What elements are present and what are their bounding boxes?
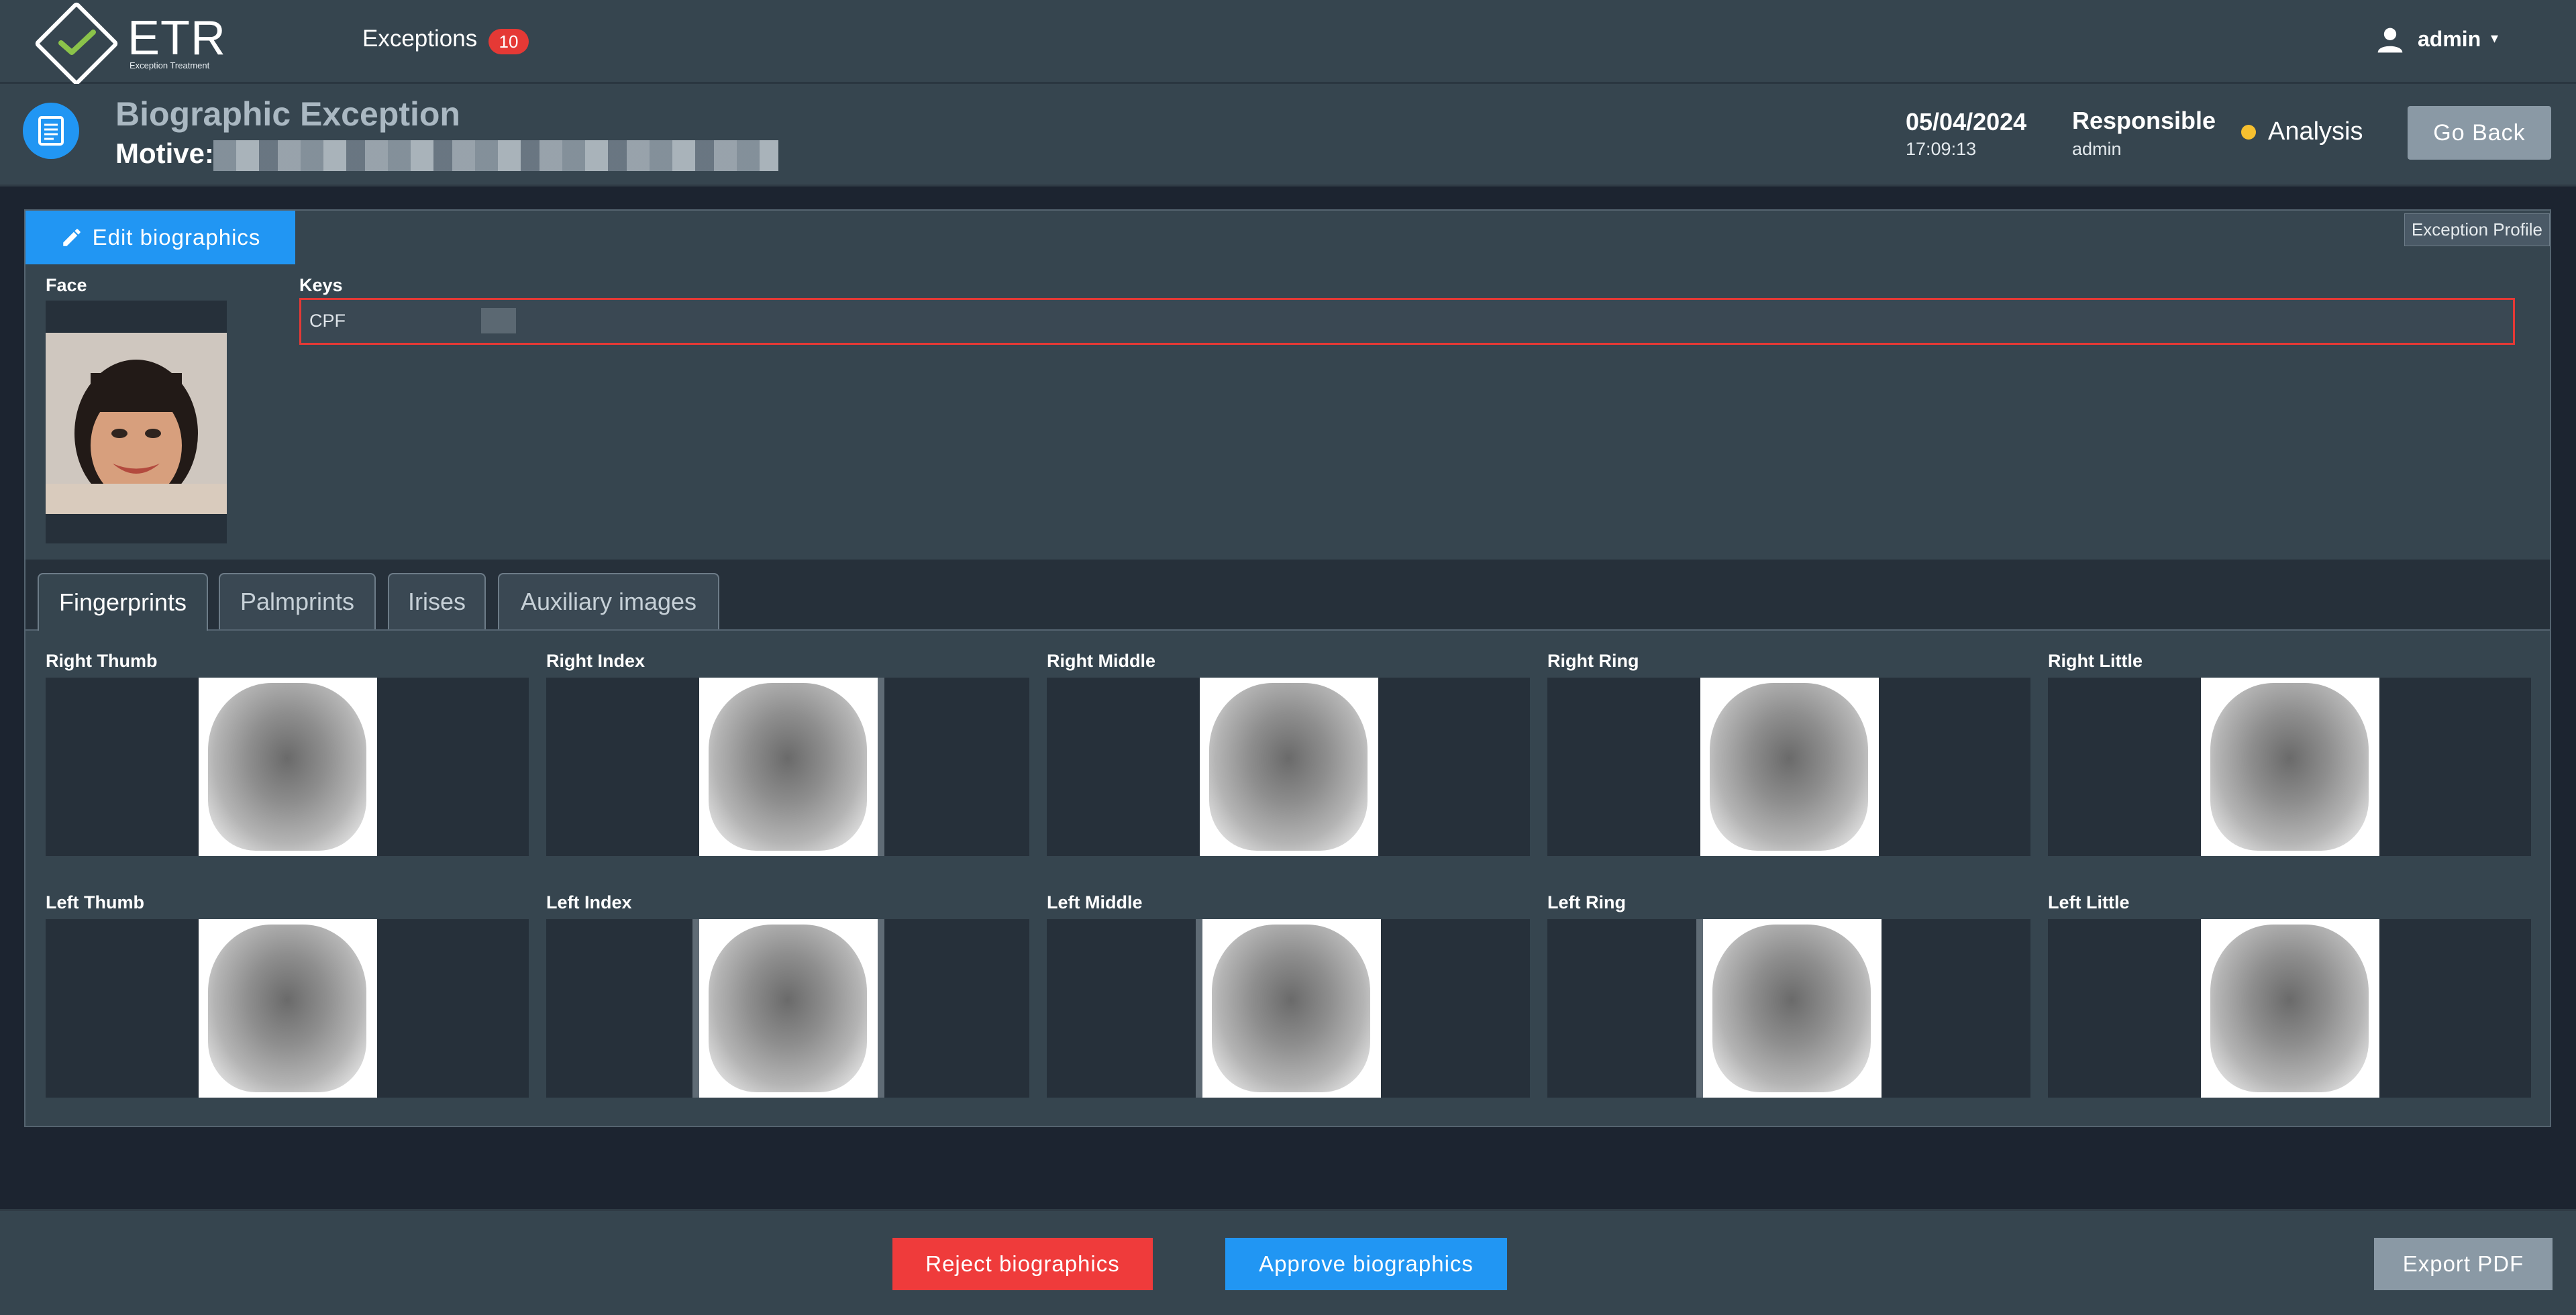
motive-label: Motive: <box>115 138 214 169</box>
pencil-icon <box>62 229 81 246</box>
document-icon <box>23 103 79 159</box>
motive-value-redacted <box>213 140 778 171</box>
key-value-redacted <box>481 308 516 333</box>
tab-fingerprints[interactable]: Fingerprints <box>38 573 208 631</box>
fingerprint-right-thumb[interactable] <box>46 678 529 856</box>
fingerprint-image <box>2201 919 2379 1098</box>
edit-biographics-button[interactable]: Edit biographics <box>25 211 295 264</box>
fingerprint-right-middle[interactable] <box>1047 678 1530 856</box>
status-dot-icon <box>2241 125 2256 140</box>
fingerprint-image <box>1200 678 1378 856</box>
tab-palmprints[interactable]: Palmprints <box>219 573 376 629</box>
fingerprint-image <box>199 678 377 856</box>
fingerprint-image <box>199 919 377 1098</box>
fingerprint-left-little[interactable] <box>2048 919 2531 1098</box>
tab-irises[interactable]: Irises <box>388 573 486 629</box>
responsible-label: Responsible <box>2072 107 2216 134</box>
keys-field[interactable]: CPF <box>299 298 2515 345</box>
biometrics-tabs: Fingerprints Palmprints Irises Auxiliary… <box>25 560 2550 631</box>
approve-biographics-button[interactable]: Approve biographics <box>1225 1238 1507 1290</box>
action-footer: Reject biographics Approve biographics E… <box>0 1209 2576 1315</box>
face-photo-frame[interactable] <box>46 301 227 543</box>
nav-exceptions-link[interactable]: Exceptions <box>362 25 477 52</box>
user-menu-name[interactable]: admin <box>2418 27 2481 52</box>
status-text: Analysis <box>2268 117 2363 146</box>
exceptions-count-badge: 10 <box>488 29 529 54</box>
export-pdf-button[interactable]: Export PDF <box>2374 1238 2553 1290</box>
fingerprint-label: Left Middle <box>1047 892 1143 912</box>
fingerprint-image <box>699 919 878 1098</box>
reject-biographics-button[interactable]: Reject biographics <box>892 1238 1153 1290</box>
fingerprint-image <box>1700 678 1879 856</box>
logo-text: ETR <box>127 11 226 65</box>
fingerprint-image <box>1202 919 1381 1098</box>
key-name-cpf: CPF <box>309 311 346 331</box>
fingerprint-label: Right Little <box>2048 651 2143 671</box>
user-icon[interactable] <box>2375 25 2405 55</box>
face-label: Face <box>46 275 87 295</box>
exception-header: Biographic Exception Motive: 05/04/2024 … <box>0 84 2576 187</box>
fingerprint-left-index[interactable] <box>546 919 1029 1098</box>
app-logo[interactable]: ETR Exception Treatment <box>34 1 238 87</box>
edit-biographics-label: Edit biographics <box>92 225 261 250</box>
exception-card: Edit biographics Exception Profile Face … <box>24 209 2551 1127</box>
chevron-down-icon[interactable]: ▾ <box>2491 30 2498 47</box>
fingerprint-label: Right Ring <box>1547 651 1639 671</box>
exception-profile-tag[interactable]: Exception Profile <box>2404 213 2550 246</box>
fingerprint-label: Left Little <box>2048 892 2130 912</box>
top-navbar: ETR Exception Treatment Exceptions 10 ad… <box>0 0 2576 87</box>
fingerprint-image <box>1703 919 1882 1098</box>
fingerprint-left-ring[interactable] <box>1547 919 2030 1098</box>
face-photo <box>46 333 227 514</box>
fingerprint-image <box>2201 678 2379 856</box>
exception-date: 05/04/2024 <box>1906 108 2027 136</box>
fingerprint-label: Right Index <box>546 651 645 671</box>
fingerprint-label: Right Middle <box>1047 651 1155 671</box>
fingerprint-label: Left Ring <box>1547 892 1626 912</box>
fingerprint-left-thumb[interactable] <box>46 919 529 1098</box>
tab-auxiliary-images[interactable]: Auxiliary images <box>498 573 719 629</box>
fingerprint-right-little[interactable] <box>2048 678 2531 856</box>
fingerprint-label: Right Thumb <box>46 651 158 671</box>
fingerprint-image <box>699 678 878 856</box>
exception-time: 17:09:13 <box>1906 139 1977 159</box>
logo-check-icon <box>58 30 96 55</box>
keys-label: Keys <box>299 275 343 295</box>
fingerprint-label: Left Thumb <box>46 892 144 912</box>
fingerprint-right-index[interactable] <box>546 678 1029 856</box>
logo-subtitle: Exception Treatment <box>130 60 210 70</box>
fingerprint-label: Left Index <box>546 892 632 912</box>
responsible-value: admin <box>2072 139 2122 159</box>
fingerprint-right-ring[interactable] <box>1547 678 2030 856</box>
go-back-button[interactable]: Go Back <box>2408 106 2551 160</box>
page-title: Biographic Exception <box>115 95 460 133</box>
fingerprint-left-middle[interactable] <box>1047 919 1530 1098</box>
